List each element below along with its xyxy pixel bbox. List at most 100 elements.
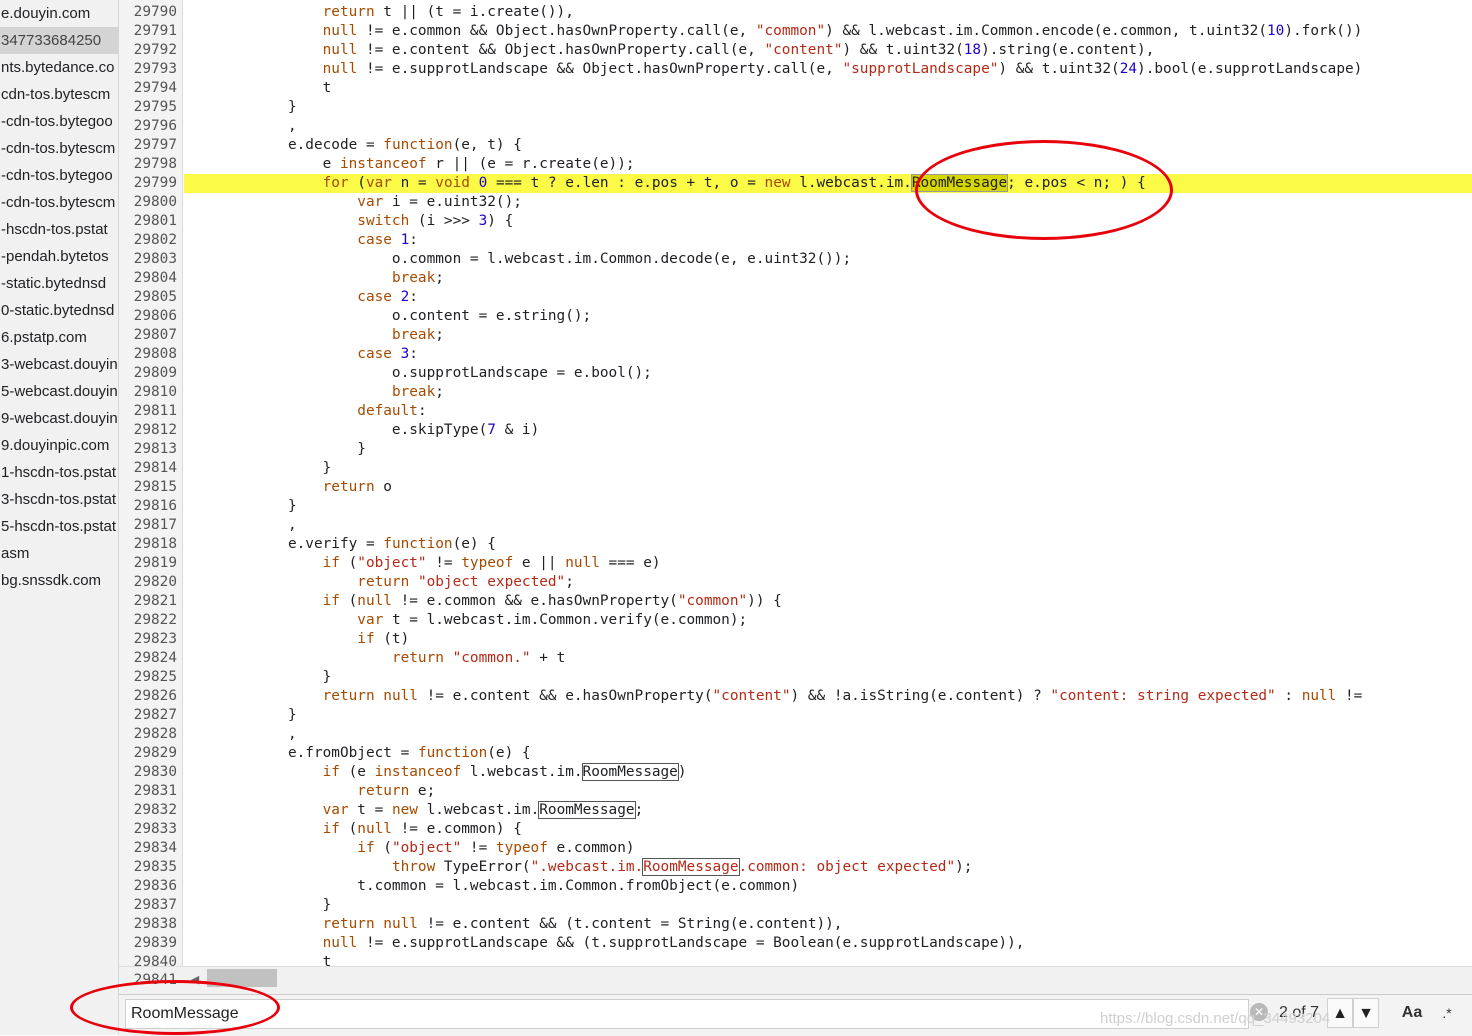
- code-line[interactable]: 29813 }: [119, 440, 1472, 459]
- code-line[interactable]: 29804 break;: [119, 269, 1472, 288]
- code-line[interactable]: 29809 o.supprotLandscape = e.bool();: [119, 364, 1472, 383]
- line-number[interactable]: 29797: [119, 136, 177, 155]
- sidebar-item[interactable]: 9.douyinpic.com: [0, 432, 118, 459]
- line-number[interactable]: 29793: [119, 60, 177, 79]
- code-line[interactable]: 29805 case 2:: [119, 288, 1472, 307]
- line-number[interactable]: 29818: [119, 535, 177, 554]
- sidebar-item[interactable]: 3-webcast.douyin: [0, 351, 118, 378]
- line-number[interactable]: 29791: [119, 22, 177, 41]
- line-number[interactable]: 29823: [119, 630, 177, 649]
- code-line[interactable]: 29821 if (null != e.common && e.hasOwnPr…: [119, 592, 1472, 611]
- code-editor[interactable]: 29790 return t || (t = i.create()), 29791…: [119, 0, 1472, 966]
- code-line[interactable]: 29829 e.fromObject = function(e) {: [119, 744, 1472, 763]
- code-line[interactable]: 29801 switch (i >>> 3) {: [119, 212, 1472, 231]
- code-line[interactable]: 29791 null != e.common && Object.hasOwnP…: [119, 22, 1472, 41]
- code-line[interactable]: 29800 var i = e.uint32();: [119, 193, 1472, 212]
- code-line[interactable]: 29797 e.decode = function(e, t) {: [119, 136, 1472, 155]
- code-line[interactable]: 29817 ,: [119, 516, 1472, 535]
- line-number[interactable]: 29830: [119, 763, 177, 782]
- line-number[interactable]: 29812: [119, 421, 177, 440]
- code-line[interactable]: 29838 return null != e.content && (t.con…: [119, 915, 1472, 934]
- line-number[interactable]: 29790: [119, 3, 177, 22]
- code-line[interactable]: 29833 if (null != e.common) {: [119, 820, 1472, 839]
- code-line[interactable]: 29835 throw TypeError(".webcast.im.RoomM…: [119, 858, 1472, 877]
- code-line[interactable]: 29824 return "common." + t: [119, 649, 1472, 668]
- line-number[interactable]: 29820: [119, 573, 177, 592]
- line-number[interactable]: 29806: [119, 307, 177, 326]
- sidebar-item[interactable]: -hscdn-tos.pstat: [0, 216, 118, 243]
- sidebar-item[interactable]: 6.pstatp.com: [0, 324, 118, 351]
- code-line[interactable]: 29828 ,: [119, 725, 1472, 744]
- sidebar-item[interactable]: -cdn-tos.bytegoo: [0, 162, 118, 189]
- code-line[interactable]: 29795 }: [119, 98, 1472, 117]
- code-line[interactable]: 29811 default:: [119, 402, 1472, 421]
- code-line[interactable]: 29840 t: [119, 953, 1472, 966]
- line-number[interactable]: 29839: [119, 934, 177, 953]
- line-number[interactable]: 29832: [119, 801, 177, 820]
- code-line[interactable]: 29812 e.skipType(7 & i): [119, 421, 1472, 440]
- line-number[interactable]: 29794: [119, 79, 177, 98]
- sidebar-item[interactable]: asm: [0, 540, 118, 567]
- line-number[interactable]: 29803: [119, 250, 177, 269]
- line-number[interactable]: 29817: [119, 516, 177, 535]
- line-number[interactable]: 29819: [119, 554, 177, 573]
- code-line[interactable]: 29820 return "object expected";: [119, 573, 1472, 592]
- code-line[interactable]: 29807 break;: [119, 326, 1472, 345]
- line-number[interactable]: 29813: [119, 440, 177, 459]
- sidebar-item[interactable]: -cdn-tos.bytescm: [0, 189, 118, 216]
- code-line[interactable]: 29830 if (e instanceof l.webcast.im.Room…: [119, 763, 1472, 782]
- next-match-button[interactable]: ▼: [1353, 998, 1379, 1028]
- code-line[interactable]: 29827 }: [119, 706, 1472, 725]
- code-line[interactable]: 29834 if ("object" != typeof e.common): [119, 839, 1472, 858]
- match-case-button[interactable]: Aa: [1397, 998, 1427, 1028]
- line-number[interactable]: 29821: [119, 592, 177, 611]
- code-line[interactable]: 29808 case 3:: [119, 345, 1472, 364]
- code-line[interactable]: 29826 return null != e.content && e.hasO…: [119, 687, 1472, 706]
- sidebar-item[interactable]: 1-hscdn-tos.pstat: [0, 459, 118, 486]
- sidebar-item[interactable]: 9-webcast.douyin: [0, 405, 118, 432]
- code-line[interactable]: 29793 null != e.supprotLandscape && Obje…: [119, 60, 1472, 79]
- line-number[interactable]: 29798: [119, 155, 177, 174]
- line-number[interactable]: 29796: [119, 117, 177, 136]
- sidebar-item[interactable]: nts.bytedance.co: [0, 54, 118, 81]
- sidebar-item[interactable]: 5-webcast.douyin: [0, 378, 118, 405]
- line-number[interactable]: 29836: [119, 877, 177, 896]
- horizontal-scrollbar[interactable]: 29841 ◀: [119, 966, 1472, 994]
- line-number[interactable]: 29792: [119, 41, 177, 60]
- code-line[interactable]: 29823 if (t): [119, 630, 1472, 649]
- sidebar-item[interactable]: 347733684250: [0, 27, 118, 54]
- line-number[interactable]: 29824: [119, 649, 177, 668]
- code-line[interactable]: 29798 e instanceof r || (e = r.create(e)…: [119, 155, 1472, 174]
- regex-button[interactable]: .*: [1437, 998, 1457, 1028]
- sidebar-item[interactable]: 0-static.bytednsd: [0, 297, 118, 324]
- line-number[interactable]: 29822: [119, 611, 177, 630]
- line-number[interactable]: 29814: [119, 459, 177, 478]
- line-number[interactable]: 29826: [119, 687, 177, 706]
- code-line[interactable]: 29837 }: [119, 896, 1472, 915]
- code-line[interactable]: 29806 o.content = e.string();: [119, 307, 1472, 326]
- line-number[interactable]: 29829: [119, 744, 177, 763]
- code-line[interactable]: 29803 o.common = l.webcast.im.Common.dec…: [119, 250, 1472, 269]
- line-number[interactable]: 29809: [119, 364, 177, 383]
- code-line[interactable]: 29794 t: [119, 79, 1472, 98]
- line-number[interactable]: 29827: [119, 706, 177, 725]
- line-number[interactable]: 29828: [119, 725, 177, 744]
- code-line[interactable]: 29831 return e;: [119, 782, 1472, 801]
- code-line[interactable]: 29819 if ("object" != typeof e || null =…: [119, 554, 1472, 573]
- line-number[interactable]: 29808: [119, 345, 177, 364]
- line-number[interactable]: 29838: [119, 915, 177, 934]
- code-line[interactable]: 29836 t.common = l.webcast.im.Common.fro…: [119, 877, 1472, 896]
- code-line[interactable]: 29816 }: [119, 497, 1472, 516]
- line-number[interactable]: 29825: [119, 668, 177, 687]
- sidebar-item[interactable]: e.douyin.com: [0, 0, 118, 27]
- sidebar-item[interactable]: bg.snssdk.com: [0, 567, 118, 594]
- line-number[interactable]: 29810: [119, 383, 177, 402]
- code-line[interactable]: 29818 e.verify = function(e) {: [119, 535, 1472, 554]
- code-line[interactable]: 29796 ,: [119, 117, 1472, 136]
- code-line[interactable]: 29822 var t = l.webcast.im.Common.verify…: [119, 611, 1472, 630]
- sidebar-item[interactable]: -static.bytednsd: [0, 270, 118, 297]
- line-number[interactable]: 29802: [119, 231, 177, 250]
- code-line[interactable]: 29810 break;: [119, 383, 1472, 402]
- code-line[interactable]: 29802 case 1:: [119, 231, 1472, 250]
- code-line[interactable]: 29799 for (var n = void 0 === t ? e.len …: [119, 174, 1472, 193]
